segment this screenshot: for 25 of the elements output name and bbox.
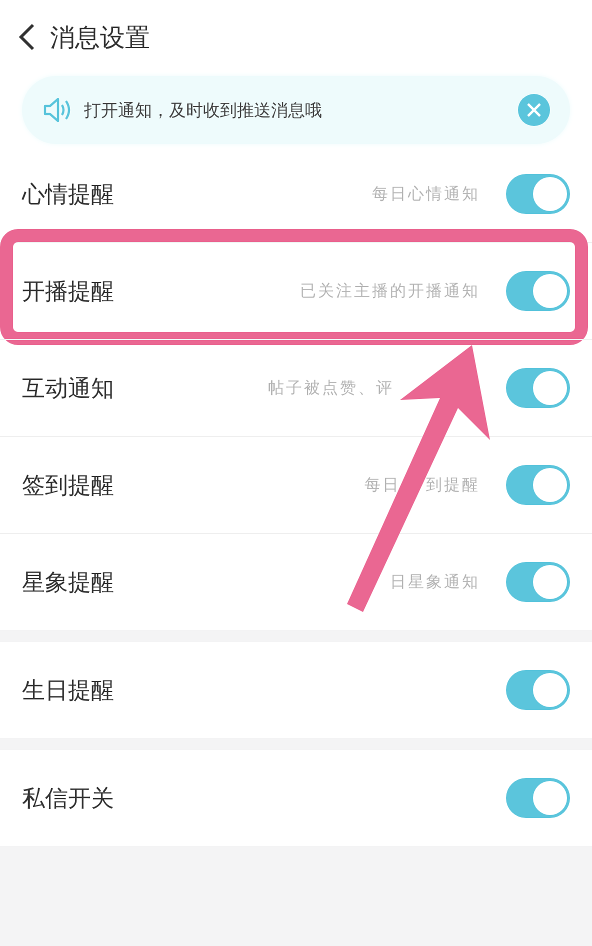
toggle-switch[interactable] [506, 670, 570, 710]
toggle-switch[interactable] [506, 174, 570, 214]
setting-label: 心情提醒 [22, 180, 115, 210]
setting-label: 开播提醒 [22, 278, 115, 306]
setting-hint: 到提醒 [426, 474, 480, 496]
setting-label: 互动通知 [22, 374, 115, 404]
speaker-icon [42, 96, 72, 124]
toggle-switch[interactable] [506, 465, 570, 505]
toggle-switch[interactable] [506, 368, 570, 408]
toggle-switch[interactable] [506, 271, 570, 311]
setting-hint: 日星象通知 [390, 572, 480, 592]
setting-hint: 帖子被点赞、评 [268, 378, 394, 398]
banner-text: 打开通知，及时收到推送消息哦 [84, 100, 323, 122]
setting-label: 私信开关 [22, 784, 115, 814]
page-title: 消息设置 [50, 22, 150, 54]
close-icon[interactable] [518, 94, 550, 126]
setting-hint: 每日心情通知 [372, 184, 480, 204]
toggle-switch[interactable] [506, 562, 570, 602]
setting-hint: 已关注主播的开播通知 [300, 280, 480, 302]
toggle-switch[interactable] [506, 778, 570, 818]
setting-label: 生日提醒 [22, 676, 115, 706]
back-icon[interactable] [18, 23, 36, 51]
setting-hint: 每日 [364, 474, 400, 496]
setting-label: 签到提醒 [22, 472, 115, 500]
setting-label: 星象提醒 [22, 568, 115, 598]
